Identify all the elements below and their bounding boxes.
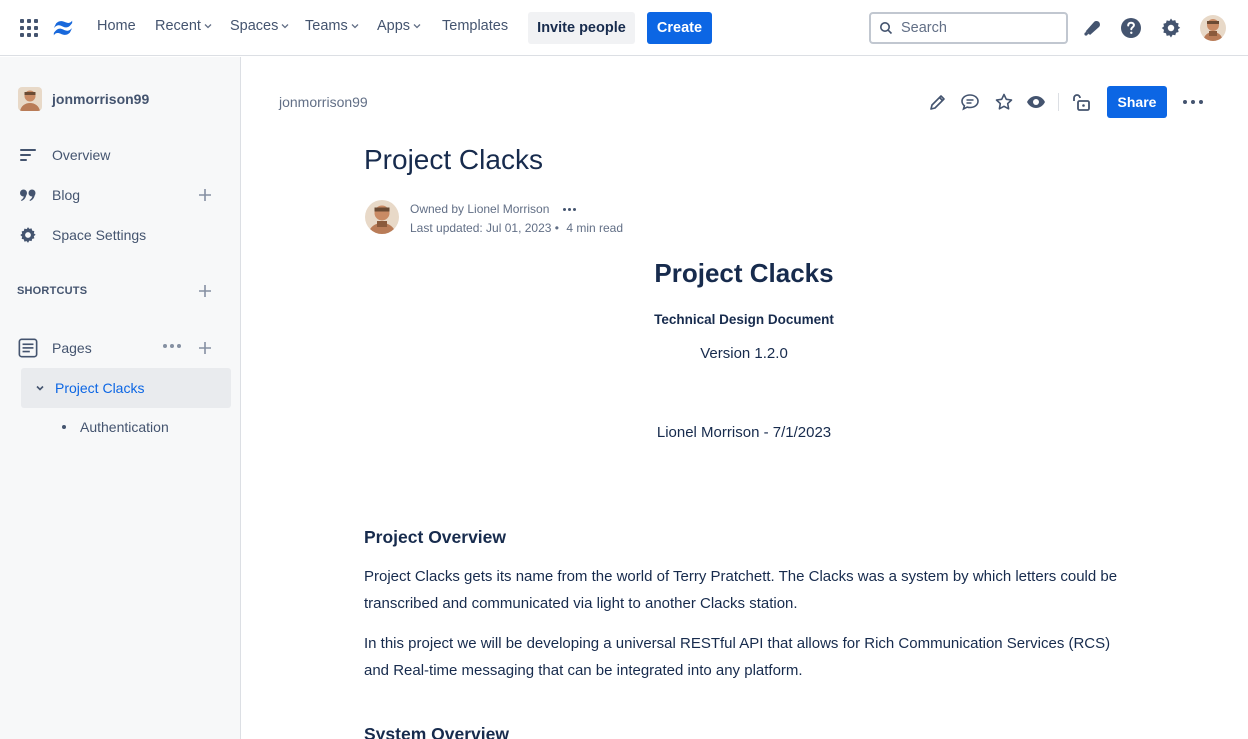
sidebar-item-label: Pages — [52, 340, 92, 356]
owned-by-text: Owned by Lionel Morrison — [410, 202, 550, 216]
owner-avatar[interactable] — [365, 200, 399, 234]
owned-by: Owned by Lionel Morrison — [410, 202, 577, 216]
search-icon — [880, 22, 893, 35]
app-switcher-icon[interactable] — [20, 19, 38, 37]
star-icon[interactable] — [994, 92, 1014, 112]
nav-templates[interactable]: Templates — [442, 18, 508, 34]
shortcuts-heading: SHORTCUTS — [17, 285, 88, 297]
section-heading: Project Overview — [364, 527, 507, 547]
chevron-down-icon — [281, 24, 289, 29]
edit-icon[interactable] — [928, 92, 948, 112]
space-name: jonmorrison99 — [52, 91, 150, 107]
invite-people-button[interactable]: Invite people — [528, 12, 635, 44]
bullet-icon — [62, 425, 66, 429]
document-author: Lionel Morrison - 7/1/2023 — [656, 424, 832, 441]
section-paragraph: In this project we will be developing a … — [364, 635, 1111, 679]
sidebar-item-space-settings[interactable]: Space Settings — [18, 225, 146, 245]
chevron-down-icon[interactable] — [35, 383, 45, 393]
sidebar: jonmorrison99 Overview Blog Space Settin… — [0, 57, 241, 739]
page-tree-item-selected[interactable]: Project Clacks — [21, 368, 231, 408]
sidebar-item-blog[interactable]: Blog — [18, 185, 80, 205]
add-shortcut-icon[interactable] — [198, 284, 212, 298]
sidebar-item-overview[interactable]: Overview — [18, 145, 110, 165]
breadcrumb[interactable]: jonmorrison99 — [279, 94, 368, 110]
help-icon[interactable] — [1119, 16, 1143, 40]
nav-teams[interactable]: Teams — [305, 18, 359, 34]
notifications-icon[interactable] — [1080, 16, 1104, 40]
settings-icon — [18, 225, 38, 245]
space-avatar — [18, 87, 42, 111]
nav-home[interactable]: Home — [97, 18, 136, 34]
restrictions-icon[interactable] — [1071, 92, 1091, 112]
section-paragraph: Project Clacks gets its name from the wo… — [364, 568, 1118, 612]
chevron-down-icon — [413, 24, 421, 29]
last-updated: Last updated: Jul 01, 2023 • 4 min read — [410, 221, 623, 235]
document-version: Version 1.2.0 — [700, 345, 788, 362]
profile-avatar[interactable] — [1200, 15, 1226, 41]
sidebar-item-label: Space Settings — [52, 227, 147, 243]
share-button[interactable]: Share — [1107, 86, 1167, 118]
nav-recent[interactable]: Recent — [155, 18, 212, 34]
page-title: Project Clacks — [364, 144, 543, 175]
top-navigation: Home Recent Spaces Teams Apps Templates … — [0, 0, 1248, 56]
comment-icon[interactable] — [960, 92, 980, 112]
create-button[interactable]: Create — [647, 12, 712, 44]
read-time: 4 min read — [566, 221, 624, 235]
add-blog-icon[interactable] — [198, 188, 212, 202]
pages-icon — [18, 338, 38, 358]
chevron-down-icon — [351, 24, 359, 29]
page-tree-label: Project Clacks — [55, 380, 145, 396]
toolbar-divider — [1058, 93, 1059, 111]
avatar-image — [1200, 15, 1226, 41]
document-subtitle: Technical Design Document — [654, 312, 834, 327]
last-updated-text: Last updated: Jul 01, 2023 • — [410, 221, 559, 235]
chevron-down-icon — [204, 24, 212, 29]
search-input[interactable] — [901, 20, 1051, 36]
more-actions-icon[interactable] — [1183, 100, 1203, 104]
page-tree-item[interactable]: Authentication — [62, 419, 169, 435]
document-title: Project Clacks — [654, 258, 834, 288]
pages-more-icon[interactable] — [163, 344, 181, 348]
page-tree-label: Authentication — [80, 419, 169, 435]
byline-more-icon[interactable] — [563, 207, 577, 211]
add-page-icon[interactable] — [198, 341, 212, 355]
watch-icon[interactable] — [1026, 92, 1046, 112]
space-header[interactable]: jonmorrison99 — [18, 87, 149, 111]
blog-quote-icon — [18, 185, 38, 205]
sidebar-item-label: Blog — [52, 187, 81, 203]
nav-apps[interactable]: Apps — [377, 18, 421, 34]
search-box[interactable] — [869, 12, 1068, 44]
confluence-logo-icon[interactable] — [52, 17, 74, 39]
settings-icon[interactable] — [1159, 16, 1183, 40]
overview-icon — [18, 145, 38, 165]
section-heading: System Overview — [364, 724, 509, 739]
sidebar-item-pages[interactable]: Pages — [18, 338, 92, 358]
sidebar-item-label: Overview — [52, 147, 111, 163]
nav-spaces[interactable]: Spaces — [230, 18, 289, 34]
